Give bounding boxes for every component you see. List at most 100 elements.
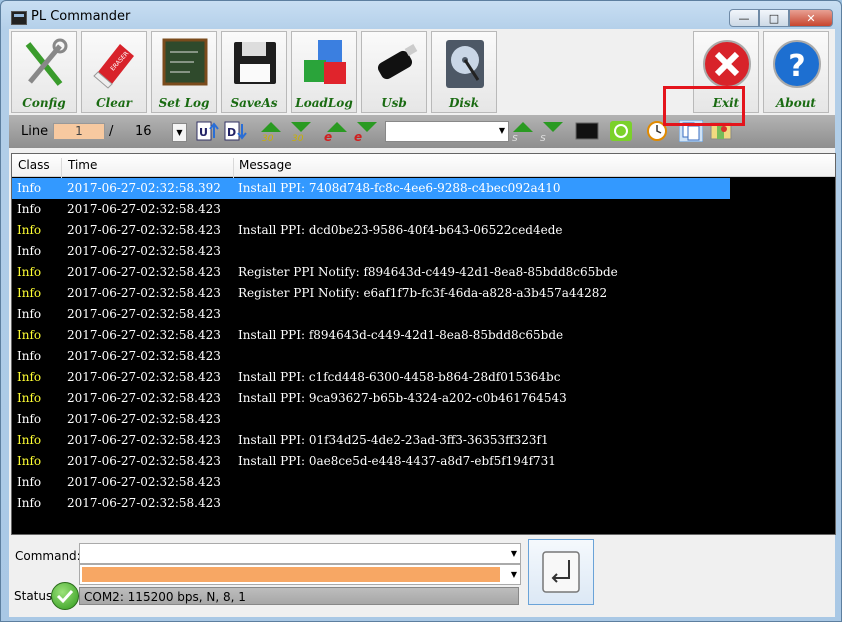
line-dropdown[interactable]: ▼ <box>172 123 187 142</box>
log-time-cell: 2017-06-27-02:32:58.423 <box>67 496 221 510</box>
clear-label: Clear <box>96 96 132 110</box>
terminal-icon[interactable] <box>575 120 599 142</box>
log-time-cell: 2017-06-27-02:32:58.423 <box>67 412 221 426</box>
log-message-cell: Install PPI: 01f34d25-4de2-23ad-3ff3-363… <box>238 433 549 447</box>
close-button[interactable]: ✕ <box>789 9 833 27</box>
table-row[interactable]: Info 2017-06-27-02:32:58.423 Install PPI: … <box>12 388 835 409</box>
config-button[interactable]: Config <box>11 31 77 113</box>
log-list[interactable]: Class Time Message Info 2017-06-27-02:32:… <box>11 153 836 535</box>
table-row[interactable]: Info 2017-06-27-02:32:58.423 <box>12 241 835 262</box>
line-input[interactable]: 1 <box>53 123 105 140</box>
table-row[interactable]: Info 2017-06-27-02:32:58.423 <box>12 493 835 514</box>
eraser-icon: ERASER <box>93 44 134 89</box>
cubes-icon <box>304 40 346 84</box>
log-class-cell: Info <box>17 433 42 447</box>
config-label: Config <box>22 96 66 110</box>
prev-30-icon[interactable]: 30 <box>259 120 283 142</box>
table-row[interactable]: Info 2017-06-27-02:32:58.423 <box>12 409 835 430</box>
status-ok-icon <box>51 582 79 610</box>
column-header-time[interactable]: Time <box>68 158 97 172</box>
set-log-label: Set Log <box>158 96 210 110</box>
log-time-cell: 2017-06-27-02:32:58.423 <box>67 391 221 405</box>
log-message-cell: Install PPI: 7408d748-fc8c-4ee6-9288-c4b… <box>238 181 561 195</box>
minimize-button[interactable]: — <box>729 9 759 27</box>
log-message-cell: Install PPI: 9ca93627-b65b-4324-a202-c0b… <box>238 391 567 405</box>
table-row[interactable]: Info 2017-06-27-02:32:58.423 Register PPI … <box>12 262 835 283</box>
save-as-button[interactable]: SaveAs <box>221 31 287 113</box>
about-button[interactable]: ? About <box>763 31 829 113</box>
set-log-button[interactable]: Set Log <box>151 31 217 113</box>
svg-text:e: e <box>354 130 362 142</box>
search-next-icon[interactable]: s <box>539 120 563 142</box>
table-row[interactable]: Info 2017-06-27-02:32:58.423 <box>12 472 835 493</box>
log-class-cell: Info <box>17 244 42 258</box>
log-time-cell: 2017-06-27-02:32:58.423 <box>67 286 221 300</box>
log-list-header: Class Time Message <box>12 154 835 180</box>
search-combo[interactable]: ▼ <box>385 121 509 142</box>
svg-text:s: s <box>512 131 518 142</box>
table-row[interactable]: Info 2017-06-27-02:32:58.423 <box>12 346 835 367</box>
log-time-cell: 2017-06-27-02:32:58.423 <box>67 370 221 384</box>
enter-button[interactable] <box>528 539 594 605</box>
status-text: COM2: 115200 bps, N, 8, 1 <box>79 587 519 605</box>
table-row[interactable]: Info 2017-06-27-02:32:58.392 Install PPI: … <box>12 178 730 199</box>
log-time-cell: 2017-06-27-02:32:58.423 <box>67 202 221 216</box>
next-30-icon[interactable]: 30 <box>289 120 313 142</box>
column-header-class[interactable]: Class <box>18 158 50 172</box>
log-time-cell: 2017-06-27-02:32:58.392 <box>67 181 221 195</box>
table-row[interactable]: Info 2017-06-27-02:32:58.423 <box>12 304 835 325</box>
maximize-button[interactable]: □ <box>759 9 789 27</box>
log-time-cell: 2017-06-27-02:32:58.423 <box>67 307 221 321</box>
log-class-cell: Info <box>17 307 42 321</box>
command-history-combo[interactable]: ▼ <box>79 564 521 585</box>
chevron-down-icon[interactable]: ▼ <box>511 570 517 579</box>
search-prev-icon[interactable]: s <box>511 120 535 142</box>
app-icon <box>11 11 27 25</box>
log-time-cell: 2017-06-27-02:32:58.423 <box>67 349 221 363</box>
chevron-down-icon[interactable]: ▼ <box>511 549 517 558</box>
log-class-cell: Info <box>17 475 42 489</box>
log-class-cell: Info <box>17 370 42 384</box>
table-row[interactable]: Info 2017-06-27-02:32:58.423 Install PPI: … <box>12 367 835 388</box>
next-error-icon[interactable]: e <box>353 120 377 142</box>
title-bar[interactable]: PL Commander — □ ✕ <box>1 1 841 31</box>
column-separator[interactable] <box>61 158 62 180</box>
table-row[interactable]: Info 2017-06-27-02:32:58.423 Register PPI … <box>12 283 835 304</box>
go-first-icon[interactable]: U <box>195 120 219 142</box>
log-message-cell: Install PPI: dcd0be23-9586-40f4-b643-065… <box>238 223 563 237</box>
log-time-cell: 2017-06-27-02:32:58.423 <box>67 454 221 468</box>
disk-button[interactable]: Disk <box>431 31 497 113</box>
usb-label: Usb <box>381 96 407 110</box>
line-label: Line <box>21 124 49 139</box>
prev-error-icon[interactable]: e <box>323 120 347 142</box>
load-log-button[interactable]: LoadLog <box>291 31 357 113</box>
log-time-cell: 2017-06-27-02:32:58.423 <box>67 328 221 342</box>
table-row[interactable]: Info 2017-06-27-02:32:58.423 Install PPI: … <box>12 430 835 451</box>
command-input[interactable]: ▼ <box>79 543 521 564</box>
table-row[interactable]: Info 2017-06-27-02:32:58.423 Install PPI: … <box>12 220 835 241</box>
log-class-cell: Info <box>17 454 42 468</box>
log-class-cell: Info <box>17 202 42 216</box>
next-30-label: 30 <box>292 134 304 142</box>
refresh-icon[interactable] <box>609 120 633 142</box>
table-row[interactable]: Info 2017-06-27-02:32:58.423 Install PPI: … <box>12 451 835 472</box>
log-class-cell: Info <box>17 223 42 237</box>
table-row[interactable]: Info 2017-06-27-02:32:58.423 <box>12 199 835 220</box>
column-header-message[interactable]: Message <box>239 158 292 172</box>
command-history-value <box>82 567 500 582</box>
chevron-down-icon: ▼ <box>498 126 505 135</box>
go-last-icon[interactable]: D <box>223 120 247 142</box>
clear-button[interactable]: ERASER Clear <box>81 31 147 113</box>
usb-button[interactable]: Usb <box>361 31 427 113</box>
line-separator: / <box>109 124 114 139</box>
log-class-cell: Info <box>17 412 42 426</box>
column-separator[interactable] <box>233 158 234 180</box>
log-time-cell: 2017-06-27-02:32:58.423 <box>67 433 221 447</box>
log-class-cell: Info <box>17 181 42 195</box>
log-class-cell: Info <box>17 265 42 279</box>
table-row[interactable]: Info 2017-06-27-02:32:58.423 Install PPI: … <box>12 325 835 346</box>
log-class-cell: Info <box>17 391 42 405</box>
log-class-cell: Info <box>17 328 42 342</box>
line-total: 16 <box>135 124 152 139</box>
wrench-screwdriver-icon <box>25 38 68 86</box>
